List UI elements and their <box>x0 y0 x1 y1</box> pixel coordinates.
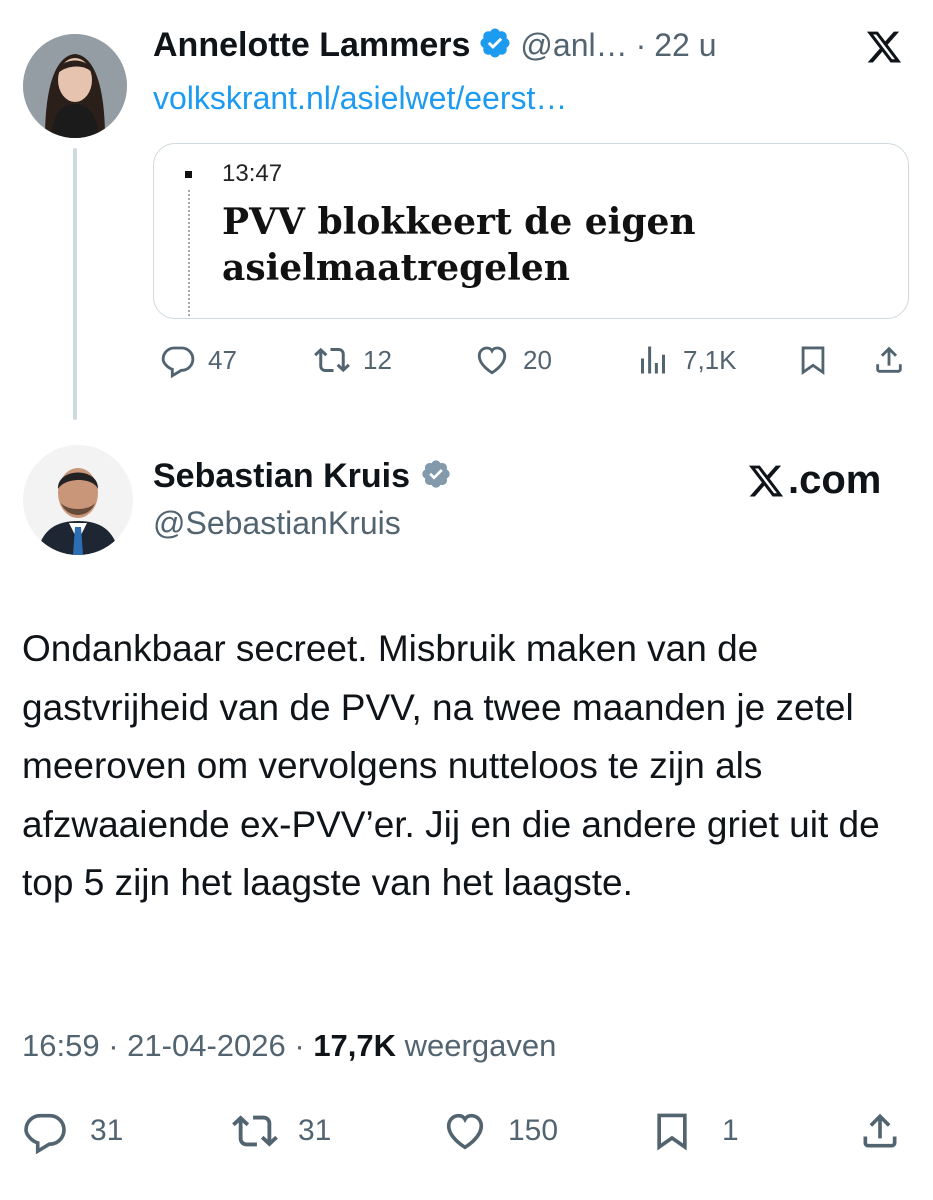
views-count: 17,7K <box>313 1028 397 1063</box>
bookmark-button[interactable]: 1 <box>650 1108 739 1154</box>
views-icon <box>641 346 665 374</box>
author-handle[interactable]: @SebastianKruis <box>153 505 401 542</box>
reply-count: 47 <box>208 344 237 375</box>
like-icon <box>446 1113 484 1150</box>
like-icon <box>477 346 507 375</box>
author-handle[interactable]: @anl… <box>520 27 627 64</box>
brand-text: .com <box>788 458 882 502</box>
like-count: 150 <box>508 1114 559 1147</box>
author-name[interactable]: Sebastian Kruis <box>153 457 410 496</box>
verified-icon <box>478 26 512 65</box>
reply-count: 31 <box>90 1114 124 1147</box>
card-dotted-line <box>188 190 190 318</box>
tweet2-header: Sebastian Kruis <box>153 457 452 496</box>
repost-icon <box>232 1115 278 1147</box>
views-label: weergaven <box>404 1028 557 1063</box>
reply-button[interactable]: 31 <box>22 1108 123 1154</box>
repost-count: 31 <box>298 1114 332 1147</box>
tweet-time[interactable]: 16:59 <box>22 1028 100 1063</box>
tweet-date[interactable]: 21-04-2026 <box>127 1028 286 1063</box>
author-name[interactable]: Annelotte Lammers <box>153 26 470 65</box>
reply-icon <box>24 1113 66 1154</box>
bookmark-count: 1 <box>722 1114 739 1147</box>
bookmark-button[interactable] <box>796 342 830 378</box>
tweet1-header: Annelotte Lammers @anl… · 22 u <box>153 26 717 65</box>
card-headline-line1: PVV blokkeert de eigen <box>222 201 696 243</box>
repost-button[interactable]: 12 <box>313 342 392 378</box>
link-card[interactable]: 13:47 PVV blokkeert de eigen asielmaatre… <box>153 143 909 319</box>
separator-dot: · <box>294 1028 305 1063</box>
card-time: 13:47 <box>222 160 283 187</box>
repost-button[interactable]: 31 <box>230 1108 331 1154</box>
reply-icon <box>161 346 195 378</box>
avatar-annelotte[interactable] <box>23 34 127 138</box>
brand-xcom: .com <box>746 458 881 503</box>
separator-dot: · <box>635 27 647 63</box>
separator-dot: · <box>108 1028 119 1063</box>
like-button[interactable]: 20 <box>473 342 552 378</box>
reply-button[interactable]: 47 <box>160 342 237 378</box>
article-link[interactable]: volkskrant.nl/asielwet/eerst… <box>153 80 567 117</box>
share-button[interactable] <box>872 342 906 378</box>
card-bullet <box>185 171 192 178</box>
share-icon <box>876 346 902 373</box>
avatar-sebastian[interactable] <box>23 445 133 555</box>
card-headline-line2: asielmaatregelen <box>222 247 570 289</box>
share-button[interactable] <box>858 1108 902 1154</box>
x-logo-icon <box>748 465 784 496</box>
repost-icon <box>314 347 350 373</box>
card-headline: PVV blokkeert de eigen asielmaatregelen <box>222 199 696 291</box>
tweet-meta: 16:59 · 21-04-2026 · 17,7K weergaven <box>22 1028 556 1064</box>
repost-count: 12 <box>363 344 392 375</box>
thread-connector <box>73 148 77 420</box>
tweet2-actions: 31 31 150 1 <box>22 1108 912 1156</box>
x-logo-icon[interactable] <box>864 28 904 66</box>
bookmark-icon <box>801 346 825 376</box>
share-icon <box>863 1113 897 1148</box>
tweet-time-ago[interactable]: 22 u <box>654 27 716 64</box>
bookmark-icon <box>657 1113 687 1151</box>
tweet1-actions: 47 12 20 7,1K <box>160 342 910 382</box>
views-count: 7,1K <box>683 344 737 375</box>
like-count: 20 <box>523 344 552 375</box>
views-button[interactable]: 7,1K <box>635 342 737 378</box>
verified-icon <box>420 458 452 495</box>
tweet-body: Ondankbaar secreet. Misbruik maken van d… <box>22 628 880 903</box>
like-button[interactable]: 150 <box>440 1108 558 1154</box>
